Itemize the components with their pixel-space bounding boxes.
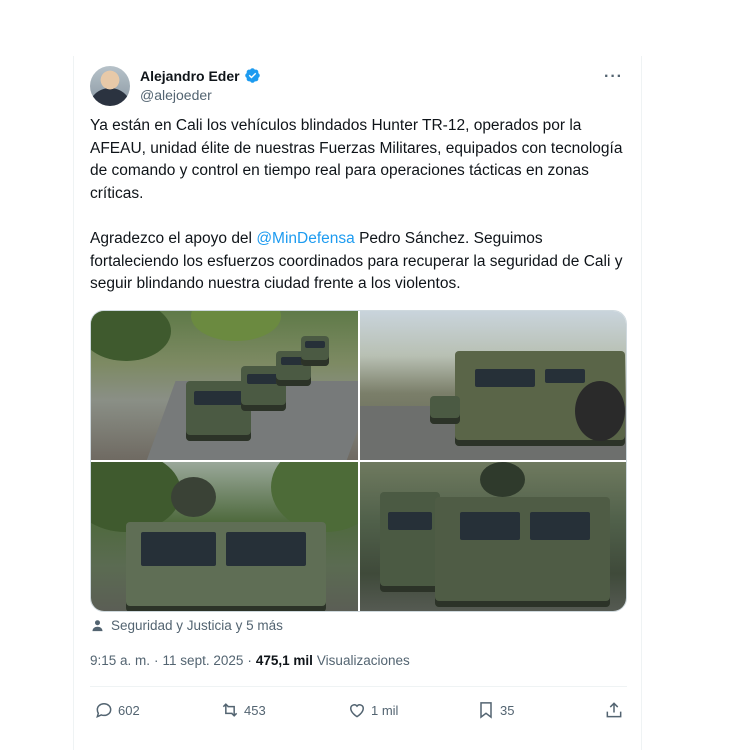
post-date[interactable]: 11 sept. 2025 [163,653,244,668]
person-icon [92,620,103,632]
bookmark-button[interactable]: 35 [476,700,514,720]
author-handle[interactable]: @alejoeder [140,87,212,103]
divider [90,686,627,687]
repost-count: 453 [244,702,266,718]
author-name[interactable]: Alejandro Eder [140,68,240,84]
views-count: 475,1 mil [255,653,313,668]
bookmark-count: 35 [500,702,515,718]
photo-convoy-closeup[interactable] [359,462,626,611]
share-icon [606,702,622,718]
post-time[interactable]: 9:15 a. m. [90,653,150,668]
tweet-text: Ya están en Cali los vehículos blindados… [90,115,630,296]
tweet-header: Alejandro Eder @alejoeder ··· [90,66,627,106]
author-name-row: Alejandro Eder [140,67,261,84]
tweet-paragraph-2: Agradezco el apoyo del @MinDefensa Pedro… [90,228,630,296]
tweet-card: Alejandro Eder @alejoeder ··· Ya están e… [73,56,642,750]
paragraph-2-start: Agradezco el apoyo del [90,230,257,247]
reply-button[interactable]: 602 [94,700,140,720]
tagged-label: Seguridad y Justicia y 5 más [111,618,283,633]
reply-icon [96,702,112,719]
meta-separator: · [154,653,159,668]
like-button[interactable]: 1 mil [347,700,398,720]
tweet-meta: 9:15 a. m. · 11 sept. 2025 · 475,1 mil V… [90,653,410,668]
mention-link[interactable]: @MinDefensa [256,230,354,247]
tagged-users[interactable]: Seguridad y Justicia y 5 más [90,618,283,633]
avatar[interactable] [90,66,130,106]
verified-badge-icon [244,68,260,83]
repost-button[interactable]: 453 [220,700,266,720]
reply-count: 602 [118,702,140,718]
more-options-icon[interactable]: ··· [604,68,623,86]
photo-vehicle-turret[interactable] [91,462,358,611]
share-button[interactable] [604,700,624,720]
tweet-paragraph-1: Ya están en Cali los vehículos blindados… [90,117,623,202]
repost-icon [222,703,238,717]
action-bar: 602 453 1 mil 35 [90,700,627,722]
like-count: 1 mil [371,702,399,718]
meta-separator-2: · [247,653,252,668]
photo-armored-vehicle-hillside[interactable] [359,311,626,460]
views-label: Visualizaciones [316,653,410,668]
heart-icon [349,704,365,718]
bookmark-icon [480,702,492,719]
photo-convoy-street[interactable] [91,311,358,460]
media-grid [90,310,627,612]
